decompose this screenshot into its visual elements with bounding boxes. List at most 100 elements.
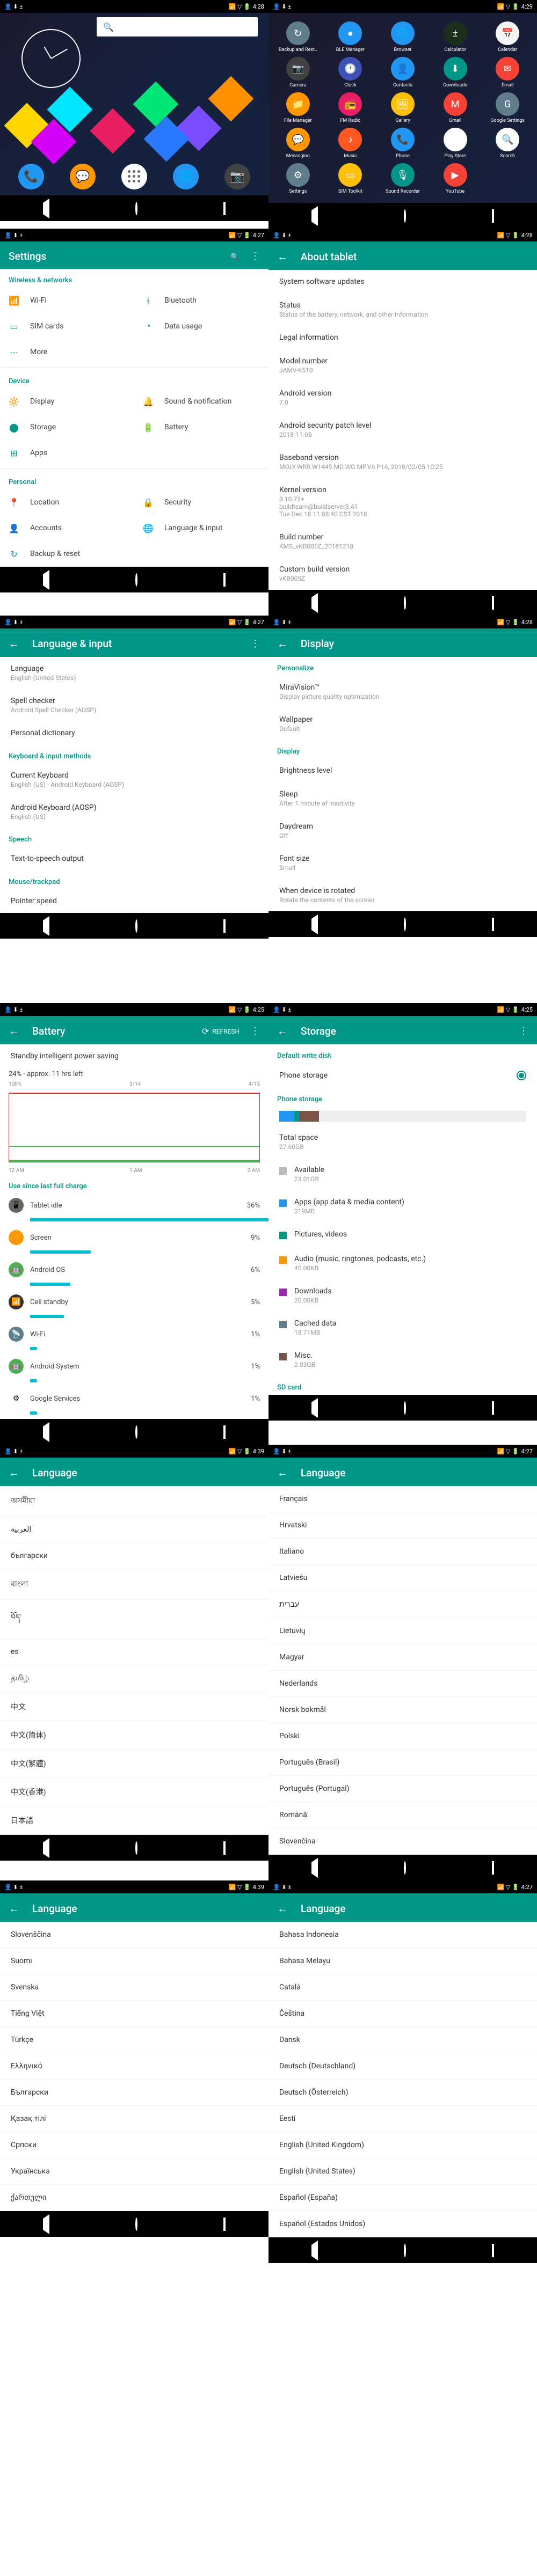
app-music[interactable]: ♪Music (325, 128, 376, 159)
back-icon[interactable] (277, 250, 288, 264)
language-option[interactable]: 中文(简体) (0, 1721, 268, 1750)
legal-item[interactable]: Legal information (268, 326, 537, 349)
kernel-item[interactable]: Kernel version3.10.72+ buildteam@buildse… (268, 478, 537, 525)
language-option[interactable]: অসমীয়া (0, 1486, 268, 1517)
language-option[interactable]: ქართული (0, 2185, 268, 2211)
app-calculator[interactable]: ±Calculator (430, 21, 481, 53)
home-button[interactable] (135, 2219, 137, 2230)
recents-button[interactable] (223, 203, 226, 214)
language-item[interactable]: LanguageEnglish (United States) (0, 657, 268, 689)
app-contacts[interactable]: 👤Contacts (378, 57, 428, 88)
app-ble-manager[interactable]: ●BLE Manager (325, 21, 376, 53)
recents-button[interactable] (223, 1842, 226, 1854)
home-button[interactable] (135, 920, 137, 932)
font-size-item[interactable]: Font sizeSmall (268, 847, 537, 879)
build-item[interactable]: Build numberKMS_vKB005Z_20181218 (268, 525, 537, 558)
storage-item[interactable]: ⬤Storage (0, 414, 134, 440)
battery-item[interactable]: 🔋Battery (134, 414, 268, 440)
storage-row[interactable]: Downloads20.00KB (268, 1279, 537, 1312)
language-option[interactable]: தமிழ் (0, 1665, 268, 1693)
language-option[interactable]: Български (0, 2080, 268, 2106)
battery-chart[interactable] (9, 1093, 260, 1162)
language-option[interactable]: Svenska (0, 1974, 268, 2001)
recents-button[interactable] (492, 597, 494, 609)
patch-item[interactable]: Android security patch level2018-11-05 (268, 414, 537, 446)
app-play-store[interactable]: ▶Play Store (430, 128, 481, 159)
language-option[interactable]: Bahasa Indonesia (268, 1922, 537, 1948)
spell-checker-item[interactable]: Spell checkerAndroid Spell Checker (AOSP… (0, 689, 268, 721)
backup-item[interactable]: ↻Backup & reset (0, 541, 268, 567)
back-icon[interactable] (9, 637, 19, 650)
refresh-button[interactable]: REFRESH (202, 1026, 240, 1037)
home-button[interactable] (135, 1842, 137, 1854)
back-button[interactable] (311, 210, 318, 222)
security-item[interactable]: 🔒Security (134, 489, 268, 515)
back-icon[interactable] (9, 1902, 19, 1915)
language-option[interactable]: Dansk (268, 2027, 537, 2053)
updates-item[interactable]: System software updates (268, 270, 537, 294)
recents-button[interactable] (492, 1862, 494, 1874)
recents-button[interactable] (492, 1402, 494, 1414)
app-sound-recorder[interactable]: 🎙Sound Recorder (378, 163, 428, 194)
battery-row[interactable]: 📱Tablet idle36% (0, 1194, 268, 1221)
back-button[interactable] (311, 919, 318, 930)
language-option[interactable]: Bahasa Melayu (268, 1948, 537, 1974)
search-widget[interactable]: 🔍 (97, 17, 258, 36)
storage-row[interactable]: Cached data18.71MB (268, 1312, 537, 1344)
rotate-item[interactable]: When device is rotatedRotate the content… (268, 879, 537, 911)
app-downloads[interactable]: ⬇Downloads (430, 57, 481, 88)
recents-button[interactable] (223, 1426, 226, 1438)
recents-button[interactable] (492, 2245, 494, 2256)
language-option[interactable]: Português (Portugal) (268, 1776, 537, 1802)
app-clock[interactable]: 🕐Clock (325, 57, 376, 88)
language-option[interactable]: 中文 (0, 1693, 268, 1721)
recents-button[interactable] (492, 210, 494, 222)
back-icon[interactable] (277, 1024, 288, 1038)
app-backup-and-rest-[interactable]: ↻Backup and Rest.. (273, 21, 323, 53)
home-button[interactable] (135, 203, 137, 214)
recents-button[interactable] (223, 574, 226, 586)
language-option[interactable]: Nederlands (268, 1671, 537, 1697)
tts-item[interactable]: Text-to-speech output (0, 847, 268, 870)
back-button[interactable] (311, 1862, 318, 1874)
android-version-item[interactable]: Android version7.0 (268, 382, 537, 414)
language-option[interactable]: Slovenčina (268, 1828, 537, 1855)
home-button[interactable] (135, 1426, 137, 1438)
back-button[interactable] (43, 1426, 49, 1438)
language-option[interactable]: 日本語 (0, 1806, 268, 1835)
language-option[interactable]: Français (268, 1486, 537, 1512)
language-option[interactable]: Norsk bokmål (268, 1697, 537, 1723)
more-item[interactable]: ⋯More (0, 339, 268, 365)
miravision-item[interactable]: MiraVision™Display picture quality optim… (268, 676, 537, 708)
app-gmail[interactable]: MGmail (430, 92, 481, 123)
app-file-manager[interactable]: 📁File Manager (273, 92, 323, 123)
pointer-speed-item[interactable]: Pointer speed (0, 889, 268, 913)
language-option[interactable]: Suomi (0, 1948, 268, 1974)
sleep-item[interactable]: SleepAfter 1 minute of inactivity (268, 782, 537, 815)
search-icon[interactable] (230, 251, 240, 262)
language-option[interactable]: العربية (0, 1517, 268, 1543)
language-option[interactable]: Ελληνικά (0, 2053, 268, 2080)
language-option[interactable]: Українська (0, 2158, 268, 2185)
storage-row[interactable]: Misc.2.03GB (268, 1344, 537, 1376)
language-option[interactable]: Español (España) (268, 2185, 537, 2211)
battery-row[interactable]: 🤖Android System1% (0, 1355, 268, 1382)
language-option[interactable]: Tiếng Việt (0, 2001, 268, 2027)
recents-button[interactable] (223, 2219, 226, 2230)
back-button[interactable] (311, 2245, 318, 2256)
apps-item[interactable]: ⊞Apps (0, 440, 268, 466)
home-button[interactable] (404, 1862, 406, 1874)
standby-item[interactable]: Standby intelligent power saving (0, 1044, 268, 1068)
language-option[interactable]: Polski (268, 1723, 537, 1750)
app-settings[interactable]: ⚙Settings (273, 163, 323, 194)
home-button[interactable] (404, 597, 406, 609)
app-camera[interactable]: 📷Camera (273, 57, 323, 88)
sim-item[interactable]: ▭SIM cards (0, 313, 134, 339)
app-phone[interactable]: 📞Phone (378, 128, 428, 159)
language-option[interactable]: Latviešu (268, 1565, 537, 1591)
recents-button[interactable] (492, 919, 494, 930)
daydream-item[interactable]: DaydreamOff (268, 815, 537, 847)
current-keyboard-item[interactable]: Current KeyboardEnglish (US) - Android K… (0, 764, 268, 796)
clock-widget[interactable] (21, 29, 81, 88)
menu-icon[interactable] (250, 638, 260, 649)
